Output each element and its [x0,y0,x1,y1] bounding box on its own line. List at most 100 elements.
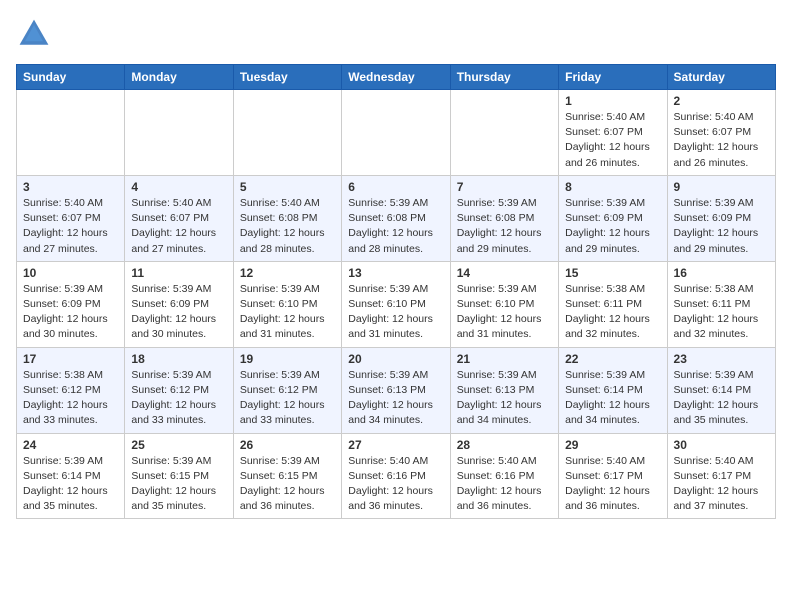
day-number: 7 [457,180,552,194]
day-info: Sunrise: 5:39 AMSunset: 6:14 PMDaylight:… [565,368,660,429]
day-info: Sunrise: 5:39 AMSunset: 6:10 PMDaylight:… [348,282,443,343]
day-info: Sunrise: 5:40 AMSunset: 6:17 PMDaylight:… [565,454,660,515]
day-info: Sunrise: 5:39 AMSunset: 6:13 PMDaylight:… [348,368,443,429]
calendar-day-cell: 12Sunrise: 5:39 AMSunset: 6:10 PMDayligh… [233,261,341,347]
day-number: 4 [131,180,226,194]
day-number: 12 [240,266,335,280]
day-info: Sunrise: 5:38 AMSunset: 6:11 PMDaylight:… [565,282,660,343]
calendar-day-cell: 6 Sunrise: 5:39 AMSunset: 6:08 PMDaylight… [342,175,450,261]
day-of-week-header: Wednesday [342,65,450,90]
day-number: 24 [23,438,118,452]
calendar-day-cell: 9 Sunrise: 5:39 AMSunset: 6:09 PMDaylight… [667,175,775,261]
day-of-week-header: Sunday [17,65,125,90]
day-number: 9 [674,180,769,194]
day-number: 20 [348,352,443,366]
day-number: 11 [131,266,226,280]
calendar-day-cell: 7 Sunrise: 5:39 AMSunset: 6:08 PMDaylight… [450,175,558,261]
day-of-week-header: Tuesday [233,65,341,90]
calendar-day-cell: 2Sunrise: 5:40 AMSunset: 6:07 PMDaylight… [667,90,775,176]
day-number: 29 [565,438,660,452]
day-info: Sunrise: 5:39 AMSunset: 6:15 PMDaylight:… [240,454,335,515]
day-number: 13 [348,266,443,280]
calendar-day-cell: 28Sunrise: 5:40 AMSunset: 6:16 PMDayligh… [450,433,558,519]
day-info: Sunrise: 5:39 AMSunset: 6:12 PMDaylight:… [131,368,226,429]
calendar-day-cell: 3Sunrise: 5:40 AMSunset: 6:07 PMDaylight… [17,175,125,261]
day-info: Sunrise: 5:40 AMSunset: 6:07 PMDaylight:… [131,196,226,257]
day-info: Sunrise: 5:39 AMSunset: 6:09 PMDaylight:… [131,282,226,343]
page-header [16,16,776,52]
day-number: 5 [240,180,335,194]
calendar-day-cell: 22 Sunrise: 5:39 AMSunset: 6:14 PMDayligh… [559,347,667,433]
calendar-day-cell: 24Sunrise: 5:39 AMSunset: 6:14 PMDayligh… [17,433,125,519]
calendar-day-cell: 15 Sunrise: 5:38 AMSunset: 6:11 PMDayligh… [559,261,667,347]
day-info: Sunrise: 5:40 AMSunset: 6:08 PMDaylight:… [240,196,335,257]
day-number: 3 [23,180,118,194]
day-of-week-header: Thursday [450,65,558,90]
day-number: 21 [457,352,552,366]
calendar-day-cell: 25 Sunrise: 5:39 AMSunset: 6:15 PMDayligh… [125,433,233,519]
day-info: Sunrise: 5:40 AMSunset: 6:16 PMDaylight:… [348,454,443,515]
day-number: 23 [674,352,769,366]
day-number: 8 [565,180,660,194]
calendar-day-cell [17,90,125,176]
calendar-day-cell: 13 Sunrise: 5:39 AMSunset: 6:10 PMDayligh… [342,261,450,347]
day-info: Sunrise: 5:38 AMSunset: 6:12 PMDaylight:… [23,368,118,429]
day-info: Sunrise: 5:40 AMSunset: 6:07 PMDaylight:… [565,110,660,171]
calendar-day-cell: 30 Sunrise: 5:40 AMSunset: 6:17 PMDayligh… [667,433,775,519]
day-info: Sunrise: 5:39 AMSunset: 6:08 PMDaylight:… [457,196,552,257]
calendar-day-cell: 26 Sunrise: 5:39 AMSunset: 6:15 PMDayligh… [233,433,341,519]
calendar-day-cell: 27Sunrise: 5:40 AMSunset: 6:16 PMDayligh… [342,433,450,519]
day-info: Sunrise: 5:39 AMSunset: 6:15 PMDaylight:… [131,454,226,515]
day-info: Sunrise: 5:40 AMSunset: 6:16 PMDaylight:… [457,454,552,515]
day-number: 10 [23,266,118,280]
day-number: 22 [565,352,660,366]
day-number: 14 [457,266,552,280]
day-info: Sunrise: 5:39 AMSunset: 6:13 PMDaylight:… [457,368,552,429]
calendar-day-cell: 18 Sunrise: 5:39 AMSunset: 6:12 PMDayligh… [125,347,233,433]
calendar-day-cell: 29 Sunrise: 5:40 AMSunset: 6:17 PMDayligh… [559,433,667,519]
day-info: Sunrise: 5:39 AMSunset: 6:14 PMDaylight:… [674,368,769,429]
calendar-day-cell: 16 Sunrise: 5:38 AMSunset: 6:11 PMDayligh… [667,261,775,347]
calendar-day-cell: 1 Sunrise: 5:40 AMSunset: 6:07 PMDaylight… [559,90,667,176]
calendar-day-cell: 4 Sunrise: 5:40 AMSunset: 6:07 PMDaylight… [125,175,233,261]
day-number: 1 [565,94,660,108]
calendar-day-cell: 8 Sunrise: 5:39 AMSunset: 6:09 PMDaylight… [559,175,667,261]
calendar-day-cell: 17 Sunrise: 5:38 AMSunset: 6:12 PMDayligh… [17,347,125,433]
day-number: 16 [674,266,769,280]
day-number: 19 [240,352,335,366]
day-number: 25 [131,438,226,452]
day-info: Sunrise: 5:39 AMSunset: 6:10 PMDaylight:… [457,282,552,343]
calendar-day-cell [233,90,341,176]
day-number: 18 [131,352,226,366]
calendar-week-row: 1 Sunrise: 5:40 AMSunset: 6:07 PMDaylight… [17,90,776,176]
day-info: Sunrise: 5:40 AMSunset: 6:17 PMDaylight:… [674,454,769,515]
calendar-day-cell: 19 Sunrise: 5:39 AMSunset: 6:12 PMDayligh… [233,347,341,433]
day-info: Sunrise: 5:39 AMSunset: 6:09 PMDaylight:… [23,282,118,343]
calendar-table: SundayMondayTuesdayWednesdayThursdayFrid… [16,64,776,519]
calendar-day-cell: 14 Sunrise: 5:39 AMSunset: 6:10 PMDayligh… [450,261,558,347]
day-number: 15 [565,266,660,280]
calendar-day-cell [125,90,233,176]
day-number: 6 [348,180,443,194]
day-number: 2 [674,94,769,108]
logo [16,16,56,52]
day-info: Sunrise: 5:39 AMSunset: 6:09 PMDaylight:… [674,196,769,257]
day-number: 26 [240,438,335,452]
calendar-week-row: 10 Sunrise: 5:39 AMSunset: 6:09 PMDayligh… [17,261,776,347]
day-number: 17 [23,352,118,366]
day-info: Sunrise: 5:38 AMSunset: 6:11 PMDaylight:… [674,282,769,343]
day-of-week-header: Friday [559,65,667,90]
calendar-day-cell: 23 Sunrise: 5:39 AMSunset: 6:14 PMDayligh… [667,347,775,433]
calendar-day-cell: 20 Sunrise: 5:39 AMSunset: 6:13 PMDayligh… [342,347,450,433]
calendar-day-cell [450,90,558,176]
day-of-week-header: Monday [125,65,233,90]
day-number: 30 [674,438,769,452]
calendar-day-cell: 11 Sunrise: 5:39 AMSunset: 6:09 PMDayligh… [125,261,233,347]
calendar-day-cell: 5 Sunrise: 5:40 AMSunset: 6:08 PMDaylight… [233,175,341,261]
day-info: Sunrise: 5:39 AMSunset: 6:12 PMDaylight:… [240,368,335,429]
calendar-header-row: SundayMondayTuesdayWednesdayThursdayFrid… [17,65,776,90]
day-info: Sunrise: 5:39 AMSunset: 6:08 PMDaylight:… [348,196,443,257]
day-info: Sunrise: 5:39 AMSunset: 6:09 PMDaylight:… [565,196,660,257]
logo-icon [16,16,52,52]
calendar-day-cell: 21 Sunrise: 5:39 AMSunset: 6:13 PMDayligh… [450,347,558,433]
